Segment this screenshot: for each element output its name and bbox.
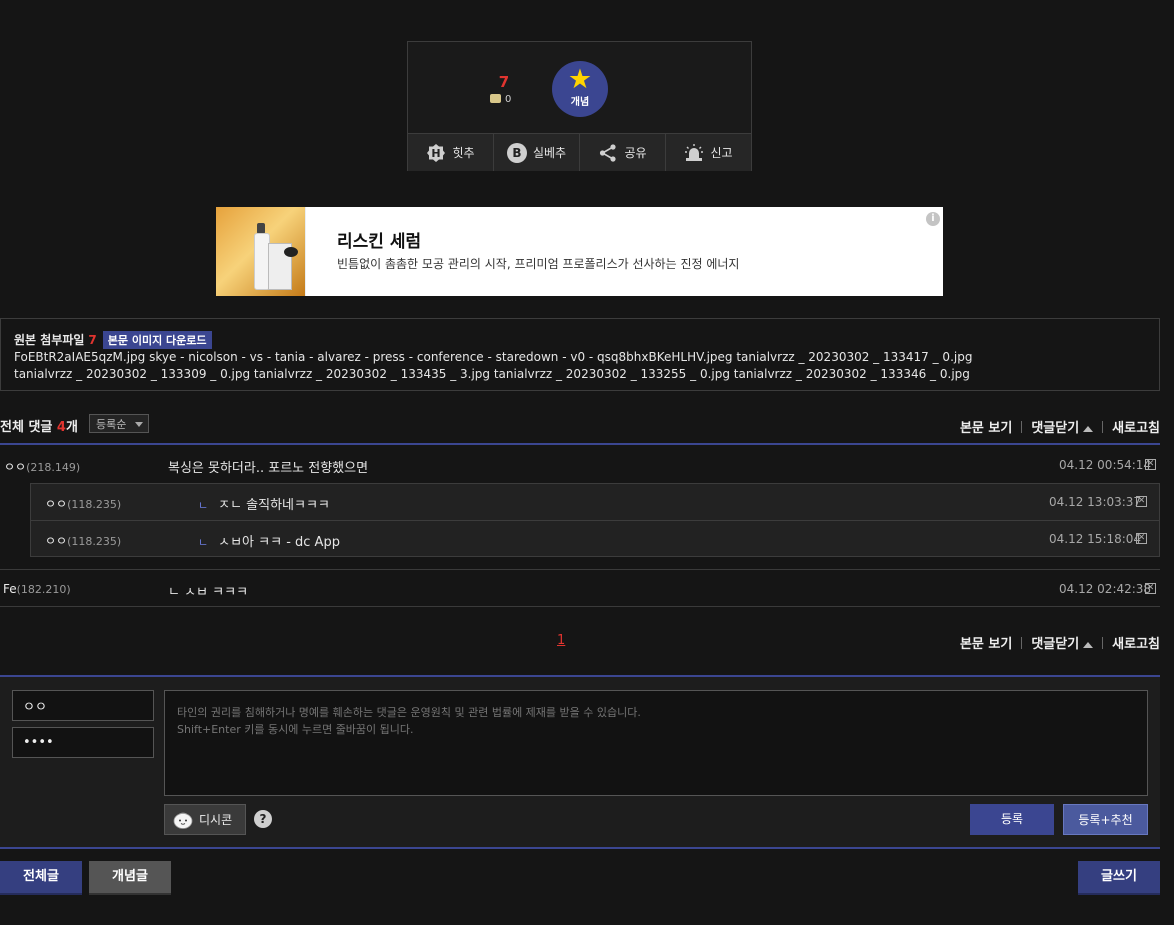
comment-row: ㅇㅇ(218.149) 복싱은 못하더라.. 포르노 전향했으면 04.12 0… xyxy=(0,446,1160,483)
divider xyxy=(0,443,1160,445)
reply-author[interactable]: ㅇㅇ(118.235) xyxy=(45,532,121,549)
help-icon[interactable]: ? xyxy=(254,810,272,828)
bee-icon xyxy=(284,247,298,257)
view-post-link[interactable]: 본문 보기 xyxy=(960,417,1012,436)
comment-row: Fe(182.210) ㄴ ㅅㅂ ㅋㅋㅋ 04.12 02:42:38 ✕ xyxy=(0,570,1160,606)
comment-textarea[interactable] xyxy=(164,690,1148,796)
share-button[interactable]: 공유 xyxy=(580,134,666,171)
reply-row: ㅇㅇ(118.235) ㄴㅅㅂ아 ㅋㅋ - dc App 04.12 15:18… xyxy=(31,521,1159,556)
sort-dropdown[interactable]: 등록순 xyxy=(89,414,149,433)
attachments-box: 원본 첨부파일 7 본문 이미지 다운로드 FoEBtR2aIAE5qzM.jpg … xyxy=(0,318,1160,391)
password-input[interactable] xyxy=(12,727,154,758)
reply-mark-icon: ㄴ xyxy=(198,499,209,512)
reply-list: ㅇㅇ(118.235) ㄴㅈㄴ 솔직하네ㅋㅋㅋ 04.12 13:03:37 ✕… xyxy=(30,483,1160,557)
attachment-list-line[interactable]: FoEBtR2aIAE5qzM.jpg skye - nicolson - vs… xyxy=(14,350,972,364)
comment-author[interactable]: Fe(182.210) xyxy=(3,582,71,596)
ad-banner[interactable]: 리스킨 세럼 빈틈없이 촘촘한 모공 관리의 시작, 프리미엄 프로폴리스가 선… xyxy=(216,207,943,296)
reply-row: ㅇㅇ(118.235) ㄴㅈㄴ 솔직하네ㅋㅋㅋ 04.12 13:03:37 ✕ xyxy=(31,484,1159,520)
ad-title: 리스킨 세럼 xyxy=(337,232,422,252)
ad-info-icon[interactable]: i xyxy=(926,212,940,226)
reply-date: 04.12 13:03:37 xyxy=(1049,495,1142,509)
comment-links-bottom: 본문 보기 댓글닫기 새로고침 xyxy=(960,633,1160,652)
recommend-button[interactable]: ★ 개념 xyxy=(552,61,608,117)
best-recommend-button[interactable]: B 실베추 xyxy=(494,134,580,171)
reply-text: ㄴㅅㅂ아 ㅋㅋ - dc App xyxy=(198,535,340,550)
reply-mark-icon: ㄴ xyxy=(198,536,209,549)
comments-title: 전체 댓글 4개 xyxy=(0,420,78,435)
download-images-button[interactable]: 본문 이미지 다운로드 xyxy=(102,331,212,349)
comments-count: 4 xyxy=(56,420,66,435)
delete-icon[interactable]: ✕ xyxy=(1136,496,1147,507)
nickname-input[interactable] xyxy=(12,690,154,721)
fixed-user-icon xyxy=(490,94,501,103)
submit-recommend-button[interactable]: 등록+추천 xyxy=(1063,804,1148,835)
chevron-down-icon xyxy=(135,422,143,427)
share-icon xyxy=(598,143,618,163)
vote-actions: H 힛추 B 실베추 공유 신고 xyxy=(408,133,751,171)
divider xyxy=(0,847,1160,849)
comment-date: 04.12 00:54:14 xyxy=(1059,458,1152,472)
concept-posts-button[interactable]: 개념글 xyxy=(89,861,171,895)
reply-text: ㄴㅈㄴ 솔직하네ㅋㅋㅋ xyxy=(198,498,330,513)
attachment-list-line[interactable]: tanialvrzz _ 20230302 _ 133309 _ 0.jpg t… xyxy=(14,367,970,381)
comment-date: 04.12 02:42:38 xyxy=(1059,582,1152,596)
ad-description: 빈틈없이 촘촘한 모공 관리의 시작, 프리미엄 프로폴리스가 선사하는 진정 … xyxy=(337,257,740,271)
chevron-up-icon xyxy=(1083,426,1094,432)
dccon-face-icon xyxy=(173,812,193,829)
delete-icon[interactable]: ✕ xyxy=(1136,533,1147,544)
recommend-count: 7 xyxy=(498,73,510,91)
all-posts-button[interactable]: 전체글 xyxy=(0,861,82,895)
attachments-count: 7 xyxy=(88,333,97,347)
submit-button[interactable]: 등록 xyxy=(970,804,1054,835)
comment-write-area: 디시콘 ? 등록 등록+추천 xyxy=(0,677,1160,847)
vote-box: 7 0 ★ 개념 H 힛추 B 실베추 공유 신고 xyxy=(407,41,752,171)
refresh-link[interactable]: 새로고침 xyxy=(1112,633,1160,652)
comment-text: ㄴ ㅅㅂ ㅋㅋㅋ xyxy=(168,585,249,600)
chevron-up-icon xyxy=(1083,642,1094,648)
attachments-header: 원본 첨부파일 7 본문 이미지 다운로드 xyxy=(14,331,212,349)
divider xyxy=(0,606,1160,607)
delete-icon[interactable]: ✕ xyxy=(1145,459,1156,470)
report-button[interactable]: 신고 xyxy=(666,134,751,171)
svg-text:H: H xyxy=(432,147,441,160)
hit-recommend-button[interactable]: H 힛추 xyxy=(408,134,494,171)
star-icon: ★ xyxy=(567,64,593,95)
comment-text: 복싱은 못하더라.. 포르노 전향했으면 xyxy=(168,461,369,476)
view-post-link[interactable]: 본문 보기 xyxy=(960,633,1012,652)
refresh-link[interactable]: 새로고침 xyxy=(1112,417,1160,436)
recommend-label: 개념 xyxy=(570,97,590,108)
close-comments-link[interactable]: 댓글닫기 xyxy=(1031,633,1094,652)
siren-icon xyxy=(684,143,704,163)
reply-date: 04.12 15:18:04 xyxy=(1049,532,1142,546)
reply-author[interactable]: ㅇㅇ(118.235) xyxy=(45,495,121,512)
fixed-recommend-count: 0 xyxy=(490,94,511,105)
delete-icon[interactable]: ✕ xyxy=(1145,583,1156,594)
close-comments-link[interactable]: 댓글닫기 xyxy=(1031,417,1094,436)
best-icon: B xyxy=(506,142,527,163)
hit-icon: H xyxy=(426,143,446,163)
page-number[interactable]: 1 xyxy=(557,633,565,648)
dccon-button[interactable]: 디시콘 xyxy=(164,804,246,835)
ad-product-image xyxy=(216,207,305,296)
comment-links-top: 본문 보기 댓글닫기 새로고침 xyxy=(960,417,1160,436)
comment-author[interactable]: ㅇㅇ(218.149) xyxy=(4,458,80,475)
write-post-button[interactable]: 글쓰기 xyxy=(1078,861,1160,895)
